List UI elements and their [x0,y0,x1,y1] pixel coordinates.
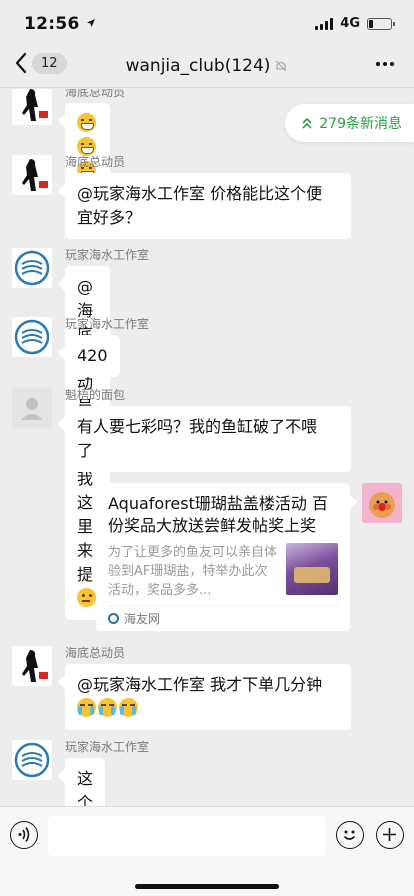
message-text: 有人要七彩吗？我的鱼缸破了不喂 [77,417,318,436]
message-text: @玩家海水工作室 我才下单几分钟 [77,675,323,694]
message-text: 420 [77,346,108,365]
thinking-emoji-icon [77,588,96,607]
avatar-haidi[interactable] [12,89,52,125]
avatar-wanjia[interactable] [12,248,52,288]
status-indicators: 4G [315,16,395,31]
new-messages-label: 279条新消息 [319,116,402,132]
silhouette-icon [12,155,52,195]
crying-emoji-icon [77,698,96,717]
message-list[interactable]: 海底总动员 海底总动员 @玩家海水工作室 价格能比这个便 宜好多？ 玩家海水工作… [0,89,414,806]
avatar-self[interactable] [362,483,402,523]
message-bubble[interactable]: 有人要七彩吗？我的鱼缸破了不喂 了 [65,406,351,472]
sender-name: 魁梧的面包 [65,388,126,402]
voice-button[interactable] [10,821,38,849]
message-text: 了 [77,441,94,460]
club-logo-icon [12,740,52,780]
club-logo-icon [12,317,52,357]
silhouette-icon [12,89,52,125]
sender-name: 玩家海水工作室 [65,248,150,262]
grin-emoji-icon [77,113,96,132]
more-button[interactable] [372,54,398,74]
sender-name: 海底总动员 [65,155,126,169]
chat-title: wanjia_club(124) [0,56,414,76]
input-bar [0,806,414,896]
double-chevron-up-icon [302,117,312,129]
status-bar: 12:56 4G [0,0,414,48]
avatar-haidi[interactable] [12,646,52,686]
mute-icon [275,60,287,72]
plus-icon [383,828,396,841]
default-user-icon [12,388,52,428]
club-logo-icon [12,248,52,288]
link-card[interactable]: Aquaforest珊瑚盐盖楼活动 百份奖品大放送尝鲜发帖奖上奖 为了让更多的鱼… [96,483,350,631]
chat-title-text: wanjia_club(124) [125,56,271,76]
location-arrow-icon [86,19,95,27]
cartoon-avatar-icon [362,483,402,523]
new-messages-button[interactable]: 279条新消息 [285,104,414,142]
signal-icon [315,17,334,30]
battery-icon [367,17,395,30]
source-logo-icon [108,613,119,624]
time-text: 12:56 [24,14,80,34]
network-type: 4G [340,16,360,31]
battery-level [369,19,374,28]
link-body: 为了让更多的鱼友可以亲自体验到AF珊瑚盐，特举办此次活动，奖品多多... [108,543,338,600]
message-text: @玩家海水工作室 价格能比这个便 [77,184,323,203]
message-bubble[interactable]: 420 [65,335,120,377]
message-bubble[interactable]: 这个你先买 [65,758,106,806]
voice-icon [18,827,30,842]
link-description: 为了让更多的鱼友可以亲自体验到AF珊瑚盐，特举办此次活动，奖品多多... [108,545,278,598]
crying-emoji-icon [98,698,117,717]
emoji-button[interactable] [336,821,364,849]
link-source-name: 海友网 [124,612,161,626]
sender-name: 玩家海水工作室 [65,740,150,754]
sender-name: 玩家海水工作室 [65,317,150,331]
chat-header: 12 wanjia_club(124) [0,48,414,88]
message-text: 这个你先买 [77,769,94,806]
link-title: Aquaforest珊瑚盐盖楼活动 百份奖品大放送尝鲜发帖奖上奖 [108,494,328,535]
message-bubble[interactable]: @玩家海水工作室 价格能比这个便 宜好多？ [65,173,351,239]
avatar-default[interactable] [12,388,52,428]
avatar-haidi[interactable] [12,155,52,195]
emoji-row [77,697,339,721]
emoji-icon [343,830,356,840]
link-thumbnail [286,543,338,595]
avatar-wanjia[interactable] [12,317,52,357]
message-bubble[interactable]: @玩家海水工作室 我才下单几分钟 [65,664,351,730]
sender-name: 海底总动员 [65,646,126,660]
message-input[interactable] [48,816,326,856]
status-time: 12:56 [24,14,96,34]
silhouette-icon [12,646,52,686]
more-icon [376,62,380,66]
plus-button[interactable] [376,821,404,849]
crying-emoji-icon [119,698,138,717]
home-indicator [135,884,279,889]
message-text: 宜好多？ [77,208,142,227]
link-source: 海友网 [108,605,338,631]
avatar-wanjia[interactable] [12,740,52,780]
sender-name: 海底总动员 [65,89,126,99]
